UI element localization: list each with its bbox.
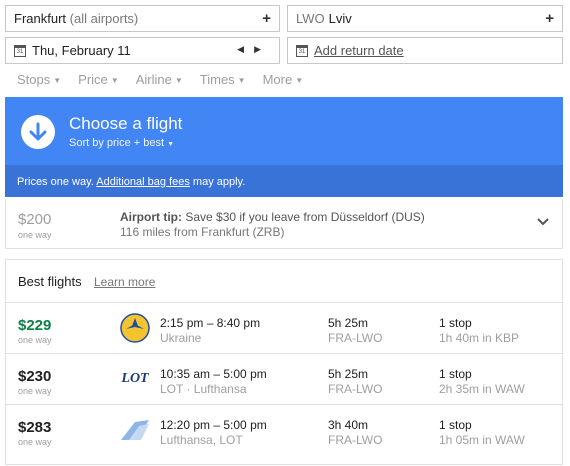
flight-one-way: one way [18, 335, 52, 345]
multi-airline-logo-icon [119, 414, 151, 446]
flight-layover: 1h 05m in WAW [439, 433, 525, 447]
origin-city: Frankfurt [14, 11, 67, 26]
flight-duration: 5h 25m [328, 316, 369, 330]
flight-stops: 1 stop [439, 316, 472, 330]
destination-code: LWO [296, 11, 325, 26]
date-arrows[interactable]: ◀▶ [237, 44, 271, 55]
caret-down-icon: ▼ [110, 76, 119, 86]
destination-field[interactable]: LWO Lviv + [287, 5, 563, 32]
flight-layover: 2h 35m in WAW [439, 382, 525, 396]
flight-duration: 5h 25m [328, 367, 369, 381]
filter-bar: Stops ▼ Price ▼ Airline ▼ Times ▼ More ▼ [17, 72, 303, 87]
banner-title: Choose a flight [69, 114, 183, 133]
best-flights-card: Best flights Learn more $229 one way 2:1… [5, 259, 563, 465]
learn-more-link[interactable]: Learn more [94, 275, 155, 289]
flight-times: 10:35 am – 5:00 pm [160, 367, 267, 381]
flight-price: $230 [18, 368, 52, 385]
flight-one-way: one way [18, 437, 52, 447]
flight-times: 2:15 pm – 8:40 pm [160, 316, 261, 330]
ukraine-airlines-logo-icon [119, 312, 151, 344]
tip-text: Airport tip: Save $30 if you leave from … [120, 210, 425, 224]
tip-one-way: one way [18, 230, 52, 240]
flight-duration: 3h 40m [328, 418, 369, 432]
next-date-arrow-icon[interactable]: ▶ [254, 44, 271, 54]
filter-times[interactable]: Times ▼ [200, 72, 246, 87]
flight-times: 12:20 pm – 5:00 pm [160, 418, 267, 432]
caret-down-icon: ▼ [237, 76, 246, 86]
flight-row[interactable]: $283 one way 12:20 pm – 5:00 pm Lufthans… [6, 404, 562, 455]
flight-price: $283 [18, 419, 52, 436]
calendar-icon: 31 [296, 44, 308, 57]
flight-airline: LOT · Lufthansa [160, 382, 247, 396]
flight-route: FRA-LWO [328, 382, 383, 396]
airport-tip[interactable]: $200 one way Airport tip: Save $30 if yo… [5, 199, 563, 249]
sort-dropdown[interactable]: Sort by price + best ▼ [69, 137, 174, 149]
return-date-field[interactable]: 31 Add return date [287, 37, 563, 64]
origin-field[interactable]: Frankfurt (all airports) + [5, 5, 280, 32]
depart-date-field[interactable]: 31 Thu, February 11 ◀▶ [5, 37, 280, 64]
add-return-date-link[interactable]: Add return date [314, 43, 404, 58]
best-flights-heading: Best flights [18, 274, 82, 289]
destination-city: Lviv [328, 11, 352, 26]
flight-price: $229 [18, 317, 52, 334]
down-arrow-icon [21, 115, 55, 149]
filter-price[interactable]: Price ▼ [78, 72, 119, 87]
choose-flight-banner: Choose a flight Sort by price + best ▼ [5, 97, 563, 165]
flight-layover: 1h 40m in KBP [439, 331, 520, 345]
flight-stops: 1 stop [439, 367, 472, 381]
origin-detail: (all airports) [69, 11, 139, 26]
add-destination-button[interactable]: + [545, 10, 554, 27]
lot-logo-icon: LOT [121, 371, 149, 386]
caret-down-icon: ▼ [167, 141, 175, 148]
tip-price: $200 [18, 211, 52, 228]
add-origin-button[interactable]: + [262, 10, 271, 27]
calendar-icon: 31 [14, 44, 26, 57]
tip-subtext: 116 miles from Frankfurt (ZRB) [120, 225, 285, 239]
flight-route: FRA-LWO [328, 331, 383, 345]
filter-airline[interactable]: Airline ▼ [136, 72, 183, 87]
flight-airline: Lufthansa, LOT [160, 433, 243, 447]
flight-row[interactable]: $229 one way 2:15 pm – 8:40 pm Ukraine 5… [6, 302, 562, 353]
caret-down-icon: ▼ [174, 76, 183, 86]
filter-more[interactable]: More ▼ [263, 72, 304, 87]
flight-one-way: one way [18, 386, 52, 396]
depart-date: Thu, February 11 [32, 43, 131, 58]
caret-down-icon: ▼ [53, 76, 62, 86]
flight-route: FRA-LWO [328, 433, 383, 447]
prev-date-arrow-icon[interactable]: ◀ [237, 44, 254, 54]
flight-row[interactable]: $230 one way LOT 10:35 am – 5:00 pm LOT … [6, 353, 562, 404]
chevron-down-icon[interactable] [536, 214, 550, 231]
bag-fees-link[interactable]: Additional bag fees [96, 176, 190, 188]
flight-airline: Ukraine [160, 331, 202, 345]
price-notice: Prices one way. Additional bag fees may … [5, 165, 563, 197]
filter-stops[interactable]: Stops ▼ [17, 72, 61, 87]
caret-down-icon: ▼ [295, 76, 304, 86]
flight-stops: 1 stop [439, 418, 472, 432]
